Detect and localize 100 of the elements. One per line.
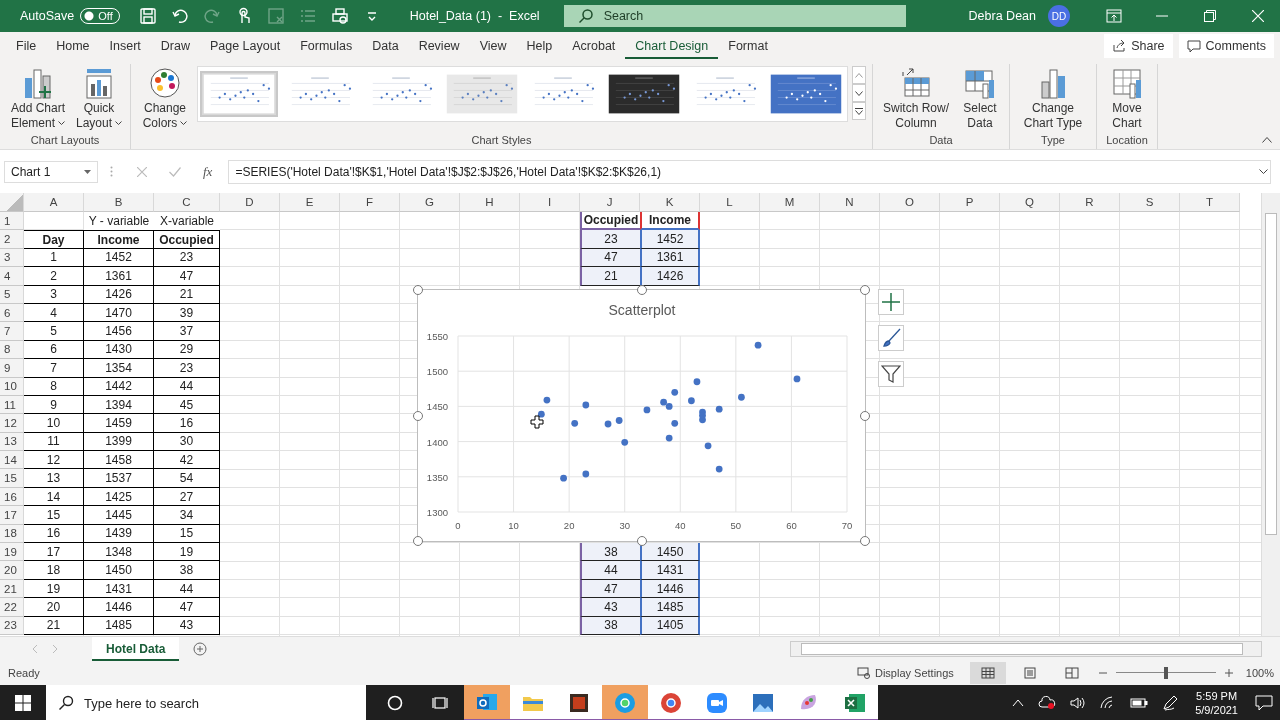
circle-icon[interactable] — [387, 695, 403, 711]
close-icon[interactable] — [1252, 10, 1264, 22]
data-point[interactable] — [665, 434, 673, 442]
row-header[interactable]: 15 — [0, 469, 24, 488]
row-header[interactable]: 17 — [0, 506, 24, 525]
change-colors-button[interactable]: Change Colors — [137, 64, 193, 131]
resize-handle[interactable] — [860, 410, 870, 421]
sheet-tab[interactable]: Hotel Data — [92, 637, 180, 661]
column-header[interactable]: R — [1060, 193, 1120, 212]
chart-elements-button[interactable] — [878, 289, 904, 315]
column-header[interactable]: D — [220, 193, 280, 212]
scrollbar-thumb[interactable] — [801, 643, 1243, 655]
column-header[interactable]: C — [154, 193, 220, 212]
ribbon-tab[interactable]: Draw — [150, 33, 200, 59]
clock-time[interactable]: 5:59 PM — [1196, 689, 1238, 703]
data-point[interactable] — [621, 438, 629, 446]
resize-handle[interactable] — [413, 536, 423, 546]
column-header[interactable]: J — [580, 193, 640, 212]
ribbon-tab[interactable]: Chart Design — [625, 33, 719, 59]
data-point[interactable] — [604, 420, 612, 428]
add-sheet-icon[interactable] — [193, 642, 208, 656]
change-chart-type-button[interactable]: Change Chart Type — [1016, 64, 1090, 131]
ribbon-tab[interactable]: Format — [718, 33, 778, 59]
switch-row-column-button[interactable]: Switch Row/ Column — [879, 64, 953, 131]
select-data-button[interactable]: Select Data — [957, 64, 1003, 131]
ribbon-tab[interactable]: Acrobat — [562, 33, 626, 59]
column-header[interactable]: B — [84, 193, 154, 212]
row-header[interactable]: 4 — [0, 267, 24, 286]
taskbar-app-button[interactable] — [832, 685, 878, 720]
notifications-icon[interactable] — [1255, 695, 1273, 711]
undo-icon[interactable] — [170, 7, 189, 25]
autosave-toggle[interactable]: Off — [80, 8, 120, 24]
row-header[interactable]: 19 — [0, 543, 24, 562]
start-icon[interactable] — [15, 695, 31, 711]
data-point[interactable] — [715, 465, 723, 473]
column-header[interactable]: O — [880, 193, 940, 212]
plus-icon[interactable] — [1224, 669, 1233, 677]
row-header[interactable]: 22 — [0, 598, 24, 617]
column-header[interactable]: Q — [1000, 193, 1060, 212]
column-header[interactable]: P — [940, 193, 1000, 212]
chart-filters-button[interactable] — [878, 361, 904, 387]
resize-handle[interactable] — [413, 285, 423, 295]
column-header[interactable]: N — [820, 193, 880, 212]
ribbon-tab[interactable]: Insert — [99, 33, 151, 59]
clock-date[interactable]: 5/9/2021 — [1195, 703, 1238, 717]
data-point[interactable] — [688, 397, 695, 405]
column-header[interactable]: M — [760, 193, 820, 212]
resize-handle[interactable] — [636, 285, 647, 295]
share-button[interactable]: Share — [1104, 34, 1173, 58]
print-icon[interactable] — [330, 7, 349, 25]
chart-style-thumbnail[interactable] — [200, 71, 278, 117]
comments-button[interactable]: Comments — [1178, 34, 1274, 58]
chart-styles-button[interactable] — [878, 325, 904, 351]
zoom-level[interactable]: 100% — [1245, 667, 1274, 679]
data-point[interactable] — [543, 396, 551, 404]
data-point[interactable] — [643, 406, 651, 414]
gallery-more-button[interactable] — [852, 102, 866, 120]
data-point[interactable] — [665, 403, 673, 410]
column-header[interactable]: T — [1180, 193, 1240, 212]
resize-handle[interactable] — [636, 536, 647, 546]
column-header[interactable]: A — [24, 193, 84, 212]
search-field[interactable]: Search — [563, 5, 906, 27]
data-point[interactable] — [754, 341, 762, 349]
data-point[interactable] — [571, 419, 579, 427]
task-view-icon[interactable] — [432, 695, 450, 711]
insert-function-button[interactable]: fx — [203, 163, 213, 180]
resize-handle[interactable] — [413, 410, 423, 421]
column-header[interactable]: G — [400, 193, 460, 212]
data-point[interactable] — [671, 388, 679, 396]
data-point[interactable] — [582, 401, 590, 409]
column-header[interactable]: E — [280, 193, 340, 212]
horizontal-scrollbar[interactable] — [790, 641, 1262, 657]
display-settings-button[interactable]: Display Settings — [857, 667, 954, 679]
chevron-up-icon[interactable] — [1012, 699, 1025, 707]
ribbon-tab[interactable]: File — [6, 33, 47, 59]
ribbon-tab[interactable]: Page Layout — [199, 33, 291, 59]
data-point[interactable] — [560, 474, 567, 482]
worksheet-grid[interactable] — [0, 193, 1261, 636]
ribbon-tab[interactable]: Help — [516, 33, 563, 59]
column-header[interactable]: L — [700, 193, 760, 212]
save-icon[interactable] — [138, 7, 157, 25]
taskbar-app-button[interactable] — [556, 685, 602, 720]
column-header[interactable]: H — [460, 193, 520, 212]
data-point[interactable] — [615, 417, 623, 424]
quick-layout-button[interactable]: Quick Layout — [74, 64, 124, 131]
row-header[interactable]: 9 — [0, 359, 24, 378]
collapse-ribbon-icon[interactable] — [1262, 137, 1272, 143]
data-point[interactable] — [582, 470, 590, 478]
add-chart-element-button[interactable]: Add Chart Element — [6, 64, 70, 131]
data-point[interactable] — [660, 398, 667, 406]
zoom-slider-thumb[interactable] — [1163, 667, 1168, 679]
resize-handle[interactable] — [860, 285, 870, 295]
ribbon-tab[interactable]: Review — [408, 33, 470, 59]
row-header[interactable]: 12 — [0, 414, 24, 433]
restore-icon[interactable] — [1204, 10, 1216, 22]
data-point[interactable] — [693, 378, 701, 386]
taskbar-search-field[interactable]: Type here to search — [46, 685, 366, 720]
ribbon-tab[interactable]: Home — [46, 33, 100, 59]
name-box[interactable]: Chart 1 — [4, 160, 98, 183]
ribbon-tab[interactable]: Formulas — [290, 33, 363, 59]
